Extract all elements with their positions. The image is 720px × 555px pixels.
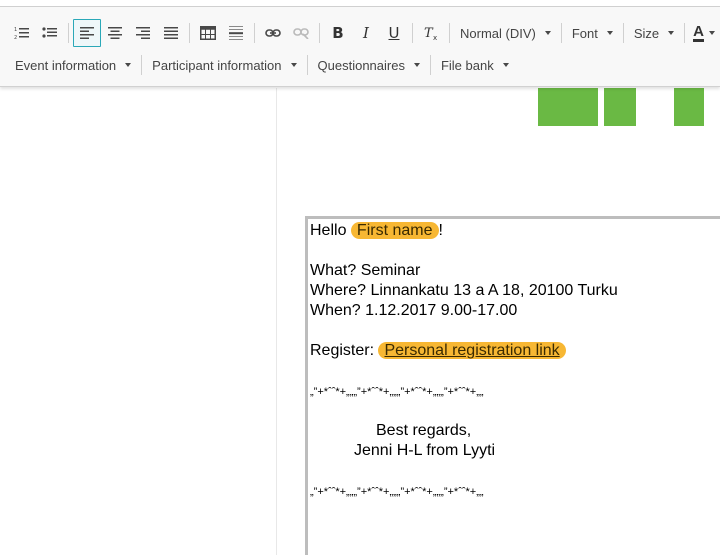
remove-format-button[interactable]: T x [417, 19, 445, 47]
chevron-down-icon [544, 31, 551, 35]
svg-text:2: 2 [14, 35, 17, 40]
toolbar-row-insert-menus: Event information Participant informatio… [9, 54, 515, 76]
editor-toolbar: 1 2 B I U T x Normal (DIV) Font Size A E… [0, 7, 720, 87]
event-what-line: What? Seminar [310, 262, 421, 279]
paragraph-format-label: Normal (DIV) [460, 25, 536, 41]
align-center-icon [108, 27, 122, 39]
event-when-line: When? 1.12.2017 9.00-17.00 [310, 302, 518, 319]
questionnaires-menu[interactable]: Questionnaires [312, 54, 426, 76]
logo-letter-shape [604, 88, 636, 126]
justify-icon [164, 27, 178, 39]
chevron-down-icon [290, 63, 297, 67]
chevron-down-icon [413, 63, 420, 67]
text-color-button[interactable]: A [689, 19, 719, 47]
register-text: Register: [310, 342, 375, 359]
italic-icon: I [363, 24, 369, 42]
registration-link-token[interactable]: Personal registration link [378, 342, 566, 359]
font-size-label: Size [633, 25, 660, 41]
decorative-divider: „”+*ˆˆ*+„„„”+*ˆˆ*+„„„”+*ˆˆ*+„„„”+*ˆˆ*+„„ [310, 486, 484, 498]
horizontal-line-icon [229, 26, 243, 40]
decorative-divider: „”+*ˆˆ*+„„„”+*ˆˆ*+„„„”+*ˆˆ*+„„„”+*ˆˆ*+„„ [310, 386, 484, 398]
italic-button[interactable]: I [352, 19, 380, 47]
first-name-token[interactable]: First name [350, 222, 439, 239]
logo-letter-shape [538, 88, 598, 126]
justify-button[interactable] [157, 19, 185, 47]
underline-button[interactable]: U [380, 19, 408, 47]
event-where-line: Where? Linnankatu 13 a A 18, 20100 Turku [310, 282, 618, 299]
toolbar-separator [429, 55, 431, 75]
editor-left-margin [0, 88, 277, 555]
participant-information-menu[interactable]: Participant information [146, 54, 302, 76]
file-bank-menu[interactable]: File bank [435, 54, 515, 76]
chevron-down-icon [668, 31, 675, 35]
toolbar-separator [189, 23, 190, 43]
remove-format-icon: T x [424, 26, 437, 41]
text-color-icon: A [693, 22, 704, 42]
chevron-down-icon [125, 63, 132, 67]
logo-letter-shape [674, 88, 704, 126]
font-size-dropdown[interactable]: Size [628, 19, 680, 47]
toolbar-separator [68, 23, 69, 43]
align-center-button[interactable] [101, 19, 129, 47]
bold-icon: B [332, 24, 344, 42]
greeting-text: Hello [310, 222, 347, 239]
toolbar-separator [684, 23, 686, 43]
toolbar-separator [560, 23, 562, 43]
align-right-icon [136, 27, 150, 39]
font-label: Font [571, 25, 598, 41]
greeting-line: Hello First name! [310, 221, 720, 241]
toolbar-separator [449, 23, 450, 43]
insert-table-button[interactable] [194, 19, 222, 47]
numbered-list-icon: 1 2 [14, 27, 29, 40]
event-information-menu[interactable]: Event information [9, 54, 137, 76]
toolbar-separator [319, 23, 320, 43]
participant-information-label: Participant information [152, 57, 282, 73]
toolbar-separator [254, 23, 255, 43]
chevron-down-icon [606, 31, 613, 35]
toolbar-separator [412, 23, 413, 43]
bold-button[interactable]: B [324, 19, 352, 47]
toolbar-separator [306, 55, 308, 75]
align-left-icon [80, 27, 94, 39]
remove-link-button[interactable] [287, 19, 315, 47]
underline-icon: U [388, 24, 400, 42]
numbered-list-button[interactable]: 1 2 [8, 19, 36, 47]
font-dropdown[interactable]: Font [566, 19, 619, 47]
signature-line: Jenni H-L from Lyyti [354, 442, 496, 459]
horizontal-line-button[interactable] [222, 19, 250, 47]
svg-text:x: x [433, 34, 437, 41]
svg-text:1: 1 [14, 27, 17, 33]
toolbar-separator [622, 23, 624, 43]
chevron-down-icon [502, 63, 509, 67]
event-information-label: Event information [15, 57, 117, 73]
insert-link-button[interactable] [259, 19, 287, 47]
align-left-button[interactable] [73, 19, 101, 47]
toolbar-separator [141, 55, 143, 75]
table-icon [200, 26, 216, 40]
unlink-icon [293, 28, 309, 39]
email-body[interactable]: Hello First name! What? Seminar Where? L… [305, 216, 720, 555]
bulleted-list-button[interactable] [36, 19, 64, 47]
bulleted-list-icon [42, 27, 57, 38]
align-right-button[interactable] [129, 19, 157, 47]
register-line: Register: Personal registration link [310, 341, 720, 361]
email-editor-canvas[interactable]: Hello First name! What? Seminar Where? L… [278, 88, 720, 555]
link-icon [265, 29, 281, 37]
chevron-down-icon [709, 31, 715, 35]
file-bank-label: File bank [440, 57, 494, 73]
questionnaires-label: Questionnaires [317, 57, 405, 73]
paragraph-format-dropdown[interactable]: Normal (DIV) [454, 19, 557, 47]
regards-line: Best regards, [376, 422, 472, 439]
toolbar-row-formatting: 1 2 B I U T x Normal (DIV) Font Size A [8, 18, 719, 48]
greeting-punctuation: ! [438, 222, 443, 239]
